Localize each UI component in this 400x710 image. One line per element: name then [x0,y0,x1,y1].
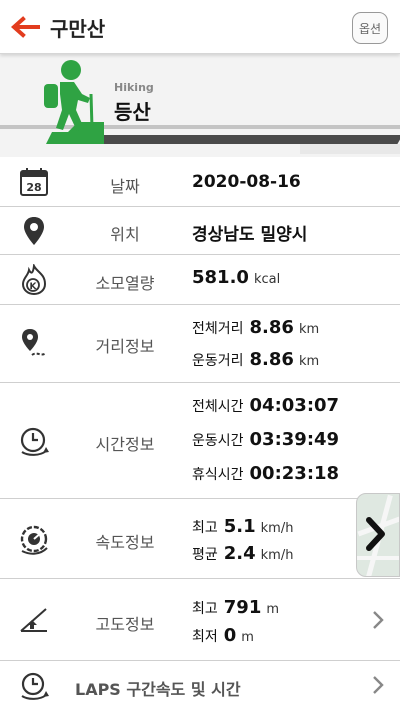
calories-label: 소모열량 [95,274,155,293]
avg-speed-unit: km/h [260,548,294,563]
avg-speed-value: 2.4 [223,543,256,564]
max-speed-unit: km/h [260,521,294,536]
moving-distance-line: 운동거리 8.86 km [192,349,319,370]
stopwatch-icon [16,423,52,459]
total-time-line: 전체시간 04:03:07 [192,395,344,416]
chevron-right-icon [366,517,385,551]
moving-distance-value: 8.86 [249,349,294,370]
laps-stopwatch-icon [16,668,52,704]
total-distance-value: 8.86 [249,317,294,338]
location-pin-icon [16,213,52,249]
rest-time-key: 휴식시간 [192,467,244,483]
banner-stripe [300,144,400,154]
back-button[interactable] [6,10,44,44]
calorie-flame-icon: K [16,262,52,298]
banner-stripe [87,135,400,144]
map-road [357,556,399,560]
calories-unit: kcal [253,272,281,287]
chevron-right-icon [370,673,386,697]
calories-value: 581.0 [192,267,249,288]
avg-speed-key: 평균 [192,547,218,563]
date-value: 2020-08-16 [192,172,301,192]
distance-row: 거리정보 전체거리 8.86 km 운동거리 8.86 km [0,305,400,383]
total-distance-line: 전체거리 8.86 km [192,317,319,338]
laps-label: LAPS 구간속도 및 시간 [75,680,241,699]
max-speed-line: 최고 5.1 km/h [192,516,293,537]
moving-distance-key: 운동거리 [192,353,244,369]
options-button[interactable]: 옵션 [352,12,388,44]
activity-name: 등산 [114,100,151,124]
max-altitude-key: 최고 [192,601,218,617]
back-arrow-icon [10,16,40,38]
location-label: 위치 [110,225,140,244]
chevron-right-icon [370,608,386,632]
time-row: 시간정보 전체시간 04:03:07 운동시간 03:39:49 휴식시간 00… [0,383,400,499]
activity-banner: Hiking 등산 [0,54,400,157]
total-time-value: 04:03:07 [249,395,340,416]
total-distance-unit: km [298,322,320,337]
calories-line: 581.0 kcal [192,267,280,288]
svg-text:28: 28 [26,181,41,194]
max-altitude-line: 최고 791 m [192,597,279,618]
hiker-icon [44,60,104,144]
avg-speed-line: 평균 2.4 km/h [192,543,293,564]
total-distance-key: 전체거리 [192,321,244,337]
altitude-row[interactable]: 고도정보 최고 791 m 최저 0 m [0,579,400,661]
route-pin-icon [16,326,52,362]
time-label: 시간정보 [95,435,155,454]
max-altitude-unit: m [266,602,280,617]
min-altitude-line: 최저 0 m [192,625,254,646]
date-row: 28 날짜 2020-08-16 [0,157,400,207]
location-row: 위치 경상남도 밀양시 [0,207,400,255]
calories-row: K 소모열량 581.0 kcal [0,255,400,305]
svg-text:K: K [30,282,38,292]
moving-time-line: 운동시간 03:39:49 [192,429,344,450]
max-altitude-value: 791 [223,597,262,618]
speed-label: 속도정보 [95,533,155,552]
date-label: 날짜 [110,177,140,196]
laps-row[interactable]: LAPS 구간속도 및 시간 [0,661,400,710]
altitude-icon [16,602,52,638]
speedometer-icon [16,521,52,557]
max-speed-value: 5.1 [223,516,256,537]
moving-distance-unit: km [298,354,320,369]
activity-sub-label: Hiking [114,81,154,94]
location-value: 경상남도 밀양시 [192,225,308,245]
page-title: 구만산 [50,17,106,41]
rest-time-line: 휴식시간 00:23:18 [192,463,344,484]
rest-time-value: 00:23:18 [249,463,340,484]
max-speed-key: 최고 [192,520,218,536]
total-time-key: 전체시간 [192,399,244,415]
altitude-label: 고도정보 [95,615,155,634]
distance-label: 거리정보 [95,337,155,356]
moving-time-value: 03:39:49 [249,429,340,450]
speed-row[interactable]: 속도정보 최고 5.1 km/h 평균 2.4 km/h [0,499,400,579]
min-altitude-key: 최저 [192,629,218,645]
calendar-icon: 28 [16,164,52,200]
min-altitude-value: 0 [223,625,237,646]
moving-time-key: 운동시간 [192,433,244,449]
min-altitude-unit: m [241,630,254,645]
top-bar: 구만산 옵션 [0,0,400,54]
map-thumbnail-button[interactable] [356,493,400,577]
